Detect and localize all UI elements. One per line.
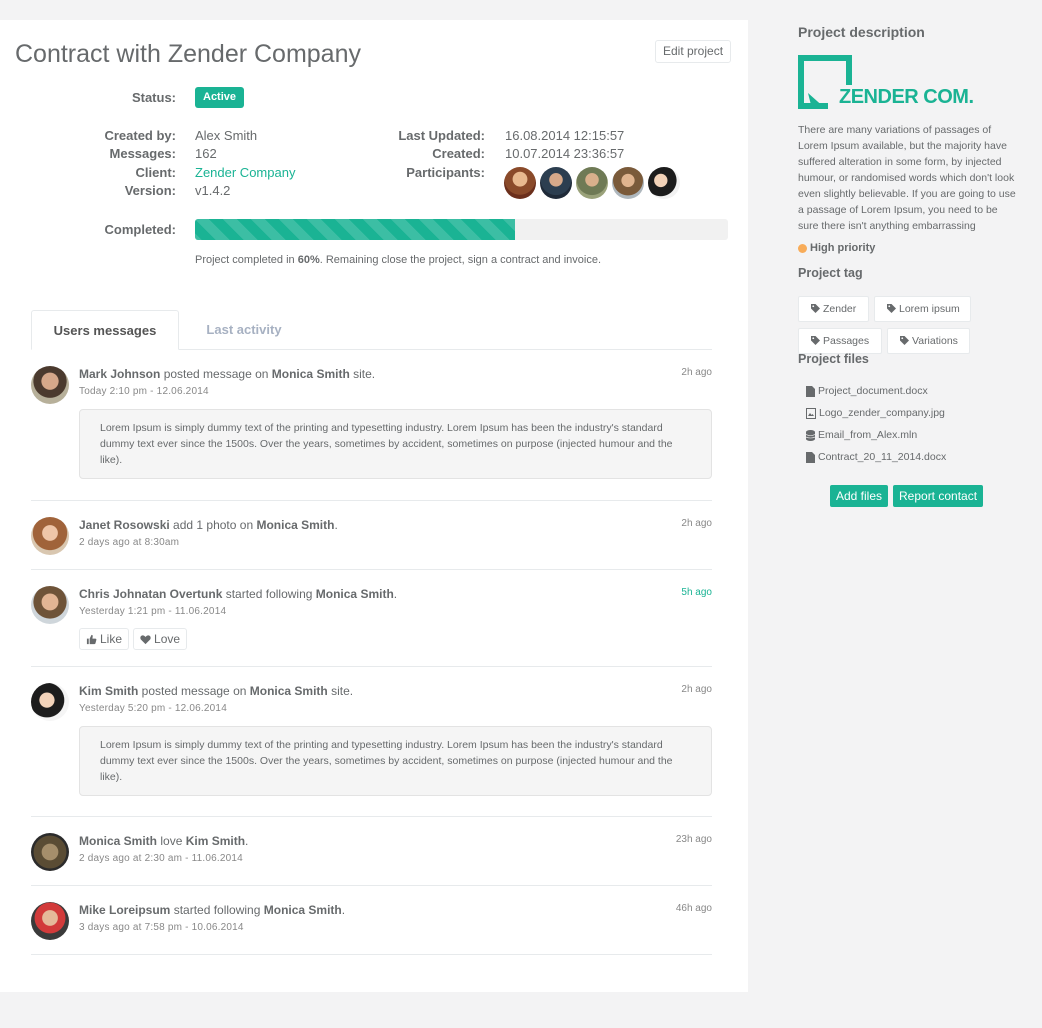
feed-text: Janet Rosowski add 1 photo on Monica Smi… — [79, 518, 338, 532]
report-contact-button[interactable]: Report contact — [893, 485, 984, 507]
like-button[interactable]: Like — [79, 628, 130, 650]
tabs: Users messages Last activity — [31, 310, 712, 350]
priority-indicator: High priority — [798, 242, 875, 254]
add-files-button[interactable]: Add files — [830, 485, 889, 507]
feed-text: Kim Smith posted message on Monica Smith… — [79, 684, 354, 698]
tab-last-activity[interactable]: Last activity — [179, 310, 309, 350]
avatar[interactable] — [31, 517, 69, 555]
file-item[interactable]: Project_document.docx — [806, 380, 946, 402]
participant-avatar[interactable] — [504, 167, 536, 199]
tab-users-messages[interactable]: Users messages — [31, 310, 179, 350]
logo-text: ZENDER COM. — [839, 86, 974, 108]
thumbs-up-icon — [86, 634, 97, 644]
feed-time: 23h ago — [675, 834, 712, 845]
created-by-value: Alex Smith — [195, 128, 258, 143]
feed-item: 5h ago Chris Johnatan Overtunk started f… — [31, 570, 712, 667]
feed-time: 5h ago — [681, 587, 712, 598]
file-icon — [806, 451, 815, 463]
client-link[interactable]: Zender Company — [195, 165, 295, 180]
project-description: There are many variations of passages of… — [798, 124, 1016, 232]
feed-text: Monica Smith love Kim Smith. — [79, 834, 249, 848]
edit-project-button[interactable]: Edit project — [655, 40, 732, 63]
tag-icon — [900, 336, 909, 345]
status-badge: Active — [195, 87, 245, 108]
tag-icon — [887, 304, 896, 313]
messages-value: 162 — [195, 146, 217, 161]
project-files-title: Project files — [798, 352, 869, 366]
file-item[interactable]: Email_from_Alex.mln — [806, 424, 946, 446]
project-tag-title: Project tag — [798, 266, 863, 280]
love-button[interactable]: Love — [133, 628, 188, 650]
file-list: Project_document.docx Logo_zender_compan… — [806, 380, 946, 468]
feed-list: 2h ago Mark Johnson posted message on Mo… — [31, 350, 712, 955]
version-value: v1.4.2 — [195, 183, 231, 198]
feed-time: 2h ago — [681, 518, 712, 529]
created-value: 10.07.2014 23:36:57 — [505, 146, 625, 161]
participant-avatar[interactable] — [540, 167, 572, 199]
feed-date: Today 2:10 pm - 12.06.2014 — [79, 386, 209, 397]
feed-item: 2h ago Mark Johnson posted message on Mo… — [31, 350, 712, 501]
participants-label: Participants: — [406, 165, 485, 180]
message-box: Lorem Ipsum is simply dummy text of the … — [79, 409, 712, 479]
status-label: Status: — [131, 90, 176, 105]
progress-bar — [195, 219, 728, 240]
main-panel: Contract with Zender Company Edit projec… — [0, 20, 748, 992]
tag-variations[interactable]: Variations — [887, 328, 970, 354]
image-file-icon — [806, 407, 816, 419]
participant-avatar[interactable] — [612, 167, 644, 199]
tag-lorem-ipsum[interactable]: Lorem ipsum — [874, 296, 971, 322]
avatar[interactable] — [31, 586, 69, 624]
file-icon — [806, 385, 815, 397]
client-label: Client: — [135, 165, 176, 180]
progress-note: Project completed in 60%. Remaining clos… — [195, 254, 602, 266]
feed-item: 2h ago Kim Smith posted message on Monic… — [31, 667, 712, 817]
last-updated-label: Last Updated: — [398, 128, 485, 143]
feed-text: Chris Johnatan Overtunk started followin… — [79, 587, 398, 601]
feed-time: 2h ago — [681, 684, 712, 695]
progress-fill — [195, 219, 515, 240]
feed-text: Mike Loreipsum started following Monica … — [79, 903, 346, 917]
created-by-label: Created by: — [104, 128, 176, 143]
feed-date: 2 days ago at 8:30am — [79, 537, 180, 548]
avatar[interactable] — [31, 902, 69, 940]
tag-zender[interactable]: Zender — [798, 296, 869, 322]
database-icon — [806, 429, 815, 441]
version-label: Version: — [124, 183, 176, 198]
avatar[interactable] — [31, 833, 69, 871]
last-updated-value: 16.08.2014 12:15:57 — [505, 128, 625, 143]
feed-item: 23h ago Monica Smith love Kim Smith. 2 d… — [31, 817, 712, 886]
tag-icon — [811, 336, 820, 345]
project-description-title: Project description — [798, 24, 925, 40]
feed-item: 2h ago Janet Rosowski add 1 photo on Mon… — [31, 501, 712, 570]
feed-time: 2h ago — [681, 367, 712, 378]
file-item[interactable]: Contract_20_11_2014.docx — [806, 446, 946, 468]
avatar[interactable] — [31, 366, 69, 404]
participant-avatar[interactable] — [648, 167, 680, 199]
feed-date: 2 days ago at 2:30 am - 11.06.2014 — [79, 853, 243, 864]
feed-date: Yesterday 5:20 pm - 12.06.2014 — [79, 703, 227, 714]
feed-date: 3 days ago at 7:58 pm - 10.06.2014 — [79, 922, 244, 933]
participant-avatar[interactable] — [576, 167, 608, 199]
heart-icon — [140, 634, 151, 644]
participants-list — [504, 167, 684, 199]
feed-text: Mark Johnson posted message on Monica Sm… — [79, 367, 376, 381]
message-box: Lorem Ipsum is simply dummy text of the … — [79, 726, 712, 796]
priority-dot-icon — [798, 243, 807, 253]
tag-icon — [811, 304, 820, 313]
page-title: Contract with Zender Company — [15, 40, 361, 68]
messages-label: Messages: — [109, 146, 176, 161]
avatar[interactable] — [31, 683, 69, 721]
tag-passages[interactable]: Passages — [798, 328, 882, 354]
zender-logo: ZENDER COM. — [798, 55, 978, 109]
completed-label: Completed: — [104, 222, 177, 237]
feed-item: 46h ago Mike Loreipsum started following… — [31, 886, 712, 955]
created-label: Created: — [432, 146, 485, 161]
file-item[interactable]: Logo_zender_company.jpg — [806, 402, 946, 424]
feed-date: Yesterday 1:21 pm - 11.06.2014 — [79, 606, 227, 617]
feed-time: 46h ago — [675, 903, 712, 914]
